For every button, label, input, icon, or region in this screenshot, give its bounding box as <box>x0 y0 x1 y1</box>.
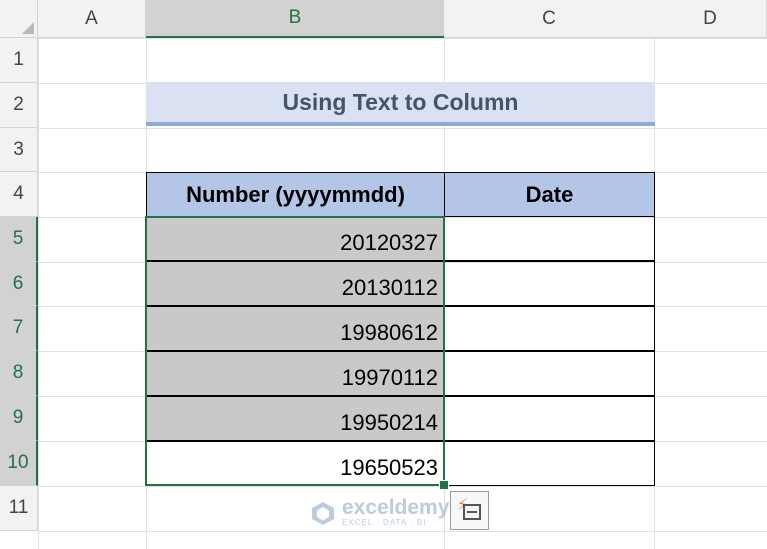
column-header-b[interactable]: B <box>146 0 445 38</box>
row-header-6[interactable]: 6 <box>0 262 38 306</box>
number-cell[interactable]: 19650523 <box>146 441 445 486</box>
row-header-8[interactable]: 8 <box>0 351 38 396</box>
fill-handle[interactable] <box>439 480 449 490</box>
row-header-3[interactable]: 3 <box>0 128 38 172</box>
watermark: exceldemy EXCEL · DATA · BI <box>310 496 450 527</box>
watermark-tagline: EXCEL · DATA · BI <box>342 518 427 527</box>
row-header-9[interactable]: 9 <box>0 396 38 441</box>
number-cell[interactable]: 20130112 <box>146 261 445 306</box>
row-header-1[interactable]: 1 <box>0 38 38 83</box>
gridline-horizontal <box>38 486 767 487</box>
flash-fill-options-button[interactable]: ⚡ <box>450 491 489 530</box>
column-header-c[interactable]: C <box>444 0 655 38</box>
gridline-vertical <box>38 38 39 549</box>
row-header-7[interactable]: 7 <box>0 306 38 351</box>
gridline-horizontal <box>38 38 767 39</box>
row-header-10[interactable]: 10 <box>0 441 38 486</box>
date-cell[interactable] <box>444 261 655 306</box>
spreadsheet: ABCD 1 2 3 4 5 6 7 8 9 10 11 Using Text to Column … <box>0 0 767 549</box>
exceldemy-logo-icon <box>312 501 334 525</box>
date-cell[interactable] <box>444 441 655 486</box>
header-date-cell[interactable]: Date <box>444 172 655 217</box>
gridline-horizontal <box>38 128 767 129</box>
number-cell[interactable]: 19970112 <box>146 351 445 396</box>
row-header-2[interactable]: 2 <box>0 83 38 128</box>
date-cell[interactable] <box>444 306 655 351</box>
row-header-4[interactable]: 4 <box>0 172 38 217</box>
watermark-name: exceldemy <box>342 496 450 519</box>
column-header-a[interactable]: A <box>38 0 146 38</box>
select-all-triangle-icon <box>22 22 34 34</box>
header-number-cell[interactable]: Number (yyyymmdd) <box>146 172 445 217</box>
date-cell[interactable] <box>444 351 655 396</box>
select-all-button[interactable] <box>0 0 38 38</box>
gridline-horizontal <box>38 531 767 532</box>
number-cell[interactable]: 19980612 <box>146 306 445 351</box>
date-cell[interactable] <box>444 216 655 261</box>
flash-fill-options-icon <box>463 504 481 520</box>
row-header-5[interactable]: 5 <box>0 217 38 262</box>
date-cell[interactable] <box>444 396 655 441</box>
number-cell[interactable]: 19950214 <box>146 396 445 441</box>
number-cell[interactable]: 20120327 <box>146 216 445 261</box>
column-header-d[interactable]: D <box>654 0 767 38</box>
row-header-11[interactable]: 11 <box>0 486 38 531</box>
sheet-title-cell[interactable]: Using Text to Column <box>146 82 655 126</box>
